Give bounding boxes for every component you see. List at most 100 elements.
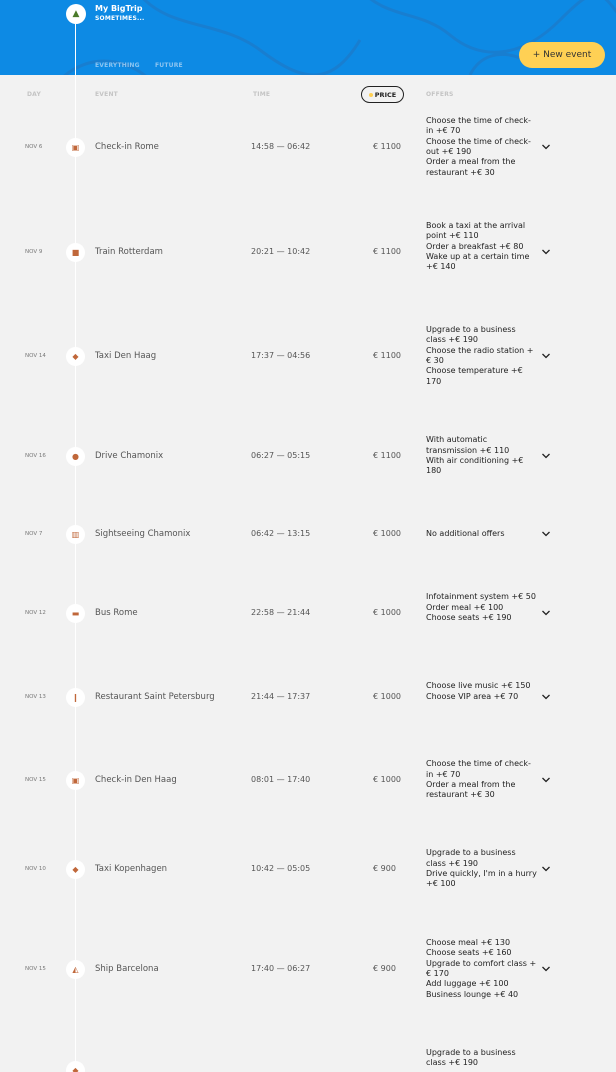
chevron-down-icon[interactable] [541, 351, 551, 361]
event-time: 20:21 — 10:42 [251, 247, 311, 256]
column-event[interactable]: EVENT [95, 91, 118, 98]
event-name: Taxi Den Haag [95, 351, 157, 361]
offer-item: No additional offers [426, 528, 505, 538]
hotel-icon: ▣ [66, 771, 85, 790]
event-day: NOV 14 [25, 353, 46, 359]
taxi-icon: ◆ [66, 347, 85, 366]
chevron-down-icon[interactable] [541, 529, 551, 539]
sort-active-dot [368, 92, 373, 97]
offer-item: Book a taxi at the arrival point +€ 110 [426, 220, 526, 241]
chevron-down-icon[interactable] [541, 247, 551, 257]
event-day: NOV 15 [25, 966, 46, 972]
event-offers: Upgrade to a business class +€ 190 Choose… [426, 325, 538, 387]
event-day: NOV 6 [25, 144, 43, 150]
event-time: 22:58 — 21:44 [251, 608, 311, 617]
event-name: Train Rotterdam [95, 247, 163, 257]
offer-item: Choose live music +€ 150 [426, 681, 531, 691]
event-time: 17:40 — 06:27 [251, 964, 311, 973]
event-price: € 1100 [373, 451, 401, 460]
event-day: NOV 15 [25, 777, 46, 783]
event-name: Check-in Den Haag [95, 775, 177, 785]
event-day: NOV 16 [25, 453, 46, 459]
event-offers: Choose the time of check-in +€ 70 Choose … [426, 116, 538, 178]
event-offers: Upgrade to a business class +€ 190 [426, 1048, 538, 1069]
offer-item: Order a meal from the restaurant +€ 30 [426, 157, 516, 177]
offer-item: Choose VIP area +€ 70 [426, 691, 519, 701]
offer-item: Choose temperature +€ 170 [426, 366, 523, 386]
offer-item: Wake up at a certain time +€ 140 [426, 252, 530, 272]
event-price: € 1000 [373, 775, 401, 784]
event-name: Check-in Rome [95, 142, 159, 152]
event-offers: Book a taxi at the arrival point +€ 110 O… [426, 221, 538, 273]
chevron-down-icon[interactable] [541, 775, 551, 785]
chevron-down-icon[interactable] [541, 964, 551, 974]
chevron-down-icon[interactable] [541, 608, 551, 618]
taxi-icon: ◆ [66, 1061, 85, 1072]
column-time[interactable]: TIME [253, 91, 270, 98]
event-offers: No additional offers [426, 529, 538, 539]
event-day: NOV 12 [25, 610, 46, 616]
event-time: 06:27 — 05:15 [251, 451, 311, 460]
chevron-down-icon[interactable] [541, 692, 551, 702]
column-price-sort[interactable]: PRICE [361, 86, 404, 103]
taxi-icon: ◆ [66, 860, 85, 879]
column-price-label: PRICE [374, 90, 397, 99]
offer-item: Order a breakfast +€ 80 [426, 241, 524, 251]
offer-item: Choose the radio station +€ 30 [426, 345, 534, 366]
offer-item: With air conditioning +€ 180 [426, 456, 524, 476]
event-price: € 1100 [373, 142, 401, 151]
column-day[interactable]: DAY [27, 91, 41, 98]
event-price: € 900 [373, 864, 396, 873]
event-price: € 1000 [373, 529, 401, 538]
offer-item: Upgrade to a business class +€ 190 [426, 1048, 516, 1068]
offer-item: Choose the time of check-in +€ 70 [426, 759, 531, 779]
filter-everything[interactable]: EVERYTHING [95, 62, 140, 69]
event-name: Ship Barcelona [95, 964, 159, 974]
event-offers: Choose live music +€ 150 Choose VIP area … [426, 681, 538, 702]
offer-item: Upgrade to comfort class +€ 170 [426, 958, 537, 979]
event-time: 08:01 — 17:40 [251, 775, 311, 784]
offer-item: Order meal +€ 100 [426, 602, 504, 612]
trip-dates: SOMETIMES... [95, 15, 145, 22]
event-offers: Choose meal +€ 130 Choose seats +€ 160 Upg… [426, 938, 538, 1000]
timeline-line [75, 20, 76, 1072]
event-day: NOV 7 [25, 531, 43, 537]
offer-item: With automatic transmission +€ 110 [426, 435, 510, 455]
offer-item: Infotainment system +€ 50 [426, 592, 536, 602]
trip-header: ▲ My BigTrip SOMETIMES... EVERYTHING FUT… [0, 0, 616, 75]
offer-item: Business lounge +€ 40 [426, 989, 519, 999]
event-day: NOV 9 [25, 249, 43, 255]
offer-item: Drive quickly, I'm in a hurry +€ 100 [426, 869, 537, 889]
event-name: Taxi Kopenhagen [95, 864, 168, 874]
event-day: NOV 10 [25, 866, 46, 872]
hotel-icon: ▣ [66, 138, 85, 157]
event-offers: With automatic transmission +€ 110 With a… [426, 435, 538, 477]
chevron-down-icon[interactable] [541, 451, 551, 461]
car-icon: ● [66, 447, 85, 466]
event-offers: Choose the time of check-in +€ 70 Order a… [426, 759, 538, 801]
event-time: 06:42 — 13:15 [251, 529, 311, 538]
column-offers: OFFERS [426, 91, 454, 98]
tent-icon: ▲ [66, 4, 86, 24]
event-price: € 900 [373, 964, 396, 973]
event-name: Sightseeing Chamonix [95, 529, 191, 539]
new-event-button[interactable]: + New event [519, 42, 605, 68]
train-icon: ■ [66, 243, 85, 262]
event-price: € 1100 [373, 247, 401, 256]
ship-icon: ◭ [66, 960, 85, 979]
event-time: 17:37 — 04:56 [251, 351, 311, 360]
event-offers: Infotainment system +€ 50 Order meal +€ 1… [426, 592, 538, 623]
event-day: NOV 13 [25, 694, 46, 700]
bus-icon: ▬ [66, 604, 85, 623]
chevron-down-icon[interactable] [541, 142, 551, 152]
filter-future[interactable]: FUTURE [155, 62, 183, 69]
chevron-down-icon[interactable] [541, 864, 551, 874]
offer-item: Choose meal +€ 130 [426, 937, 511, 947]
offer-item: Choose the time of check-out +€ 190 [426, 136, 531, 157]
event-time: 21:44 — 17:37 [251, 692, 311, 701]
sightseeing-icon: ▥ [66, 525, 85, 544]
offer-item: Order a meal from the restaurant +€ 30 [426, 780, 516, 800]
offer-item: Choose seats +€ 160 [426, 948, 512, 958]
event-name: Restaurant Saint Petersburg [95, 692, 215, 702]
offer-item: Choose the time of check-in +€ 70 [426, 115, 531, 136]
